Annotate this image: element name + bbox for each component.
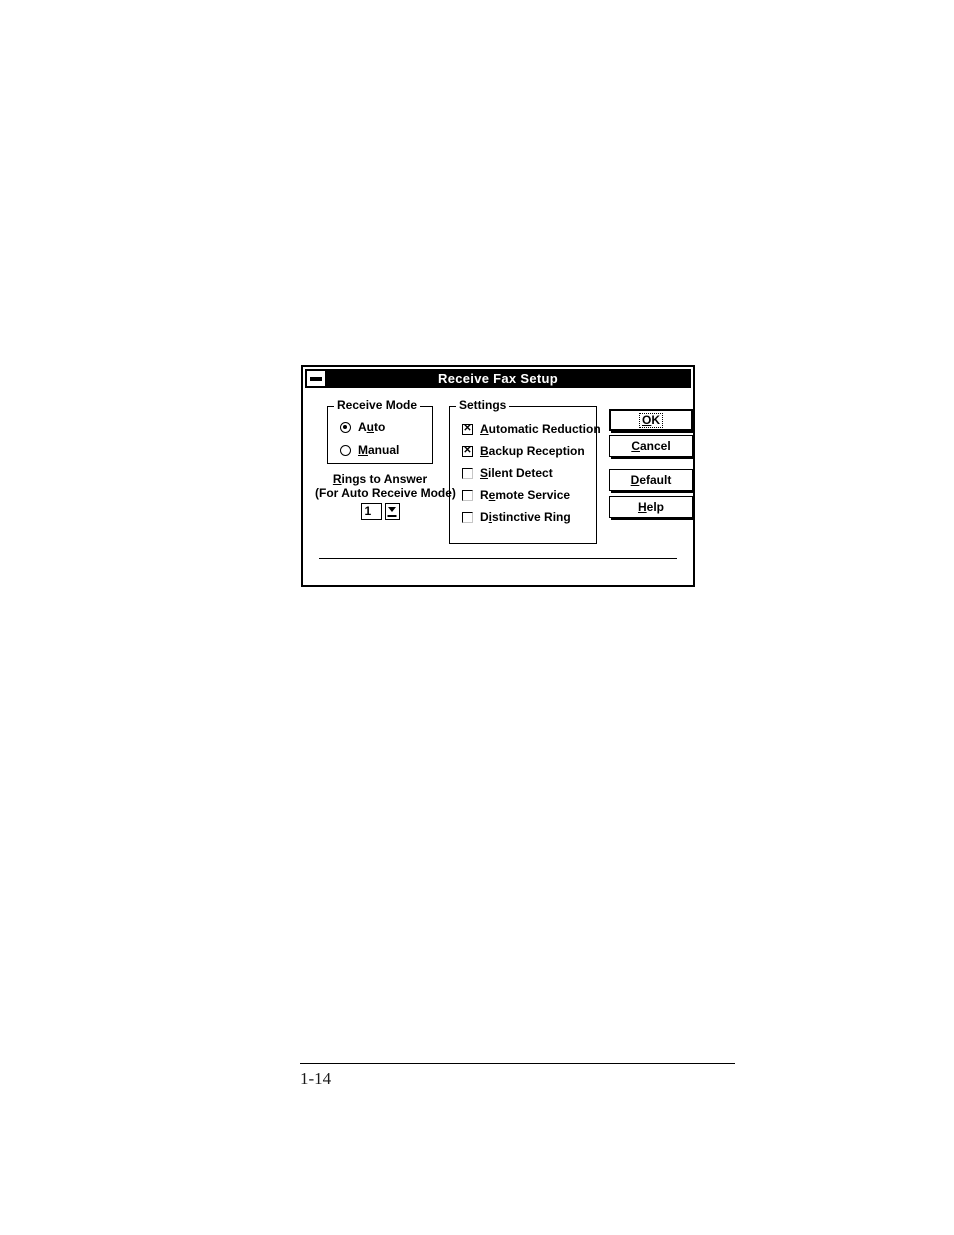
cancel-button-label: Cancel	[631, 439, 671, 453]
settings-group-title: Settings	[456, 399, 510, 411]
checkbox-distinctive-ring-indicator	[462, 511, 473, 523]
help-button[interactable]: Help	[609, 496, 693, 518]
checkbox-remote-service-indicator	[462, 489, 473, 501]
rings-input[interactable]: 1	[360, 503, 382, 520]
chevron-down-icon	[388, 507, 396, 512]
footer-rule	[300, 1063, 735, 1064]
checkbox-remote-service-label: Remote Service	[480, 488, 571, 502]
dialog-titlebar: Receive Fax Setup	[305, 369, 691, 388]
page-number: 1-14	[300, 1069, 332, 1088]
control-menu-dash	[310, 376, 322, 381]
control-menu-box-icon[interactable]	[306, 370, 326, 387]
dialog-separator	[319, 558, 677, 559]
cancel-button[interactable]: Cancel	[609, 435, 693, 457]
checkbox-backup-reception-label: Backup Reception	[480, 444, 585, 458]
radio-manual-indicator	[340, 444, 351, 456]
checkbox-silent-detect-label: Silent Detect	[480, 466, 553, 480]
dialog-title: Receive Fax Setup	[438, 371, 558, 386]
checkbox-silent-detect-indicator	[462, 467, 473, 479]
dialog-client-area: Receive Mode Auto Manual Rings to Answer…	[305, 388, 693, 583]
receive-fax-setup-dialog: Receive Fax Setup Receive Mode Auto Manu…	[301, 365, 695, 587]
rings-to-answer-label: Rings to Answer	[332, 472, 428, 486]
manual-page: Receive Fax Setup Receive Mode Auto Manu…	[0, 0, 954, 1235]
rings-spinner[interactable]: 1	[360, 503, 400, 520]
checkbox-automatic-reduction-label: Automatic Reduction	[480, 422, 601, 436]
checkbox-backup-reception-indicator	[462, 445, 473, 457]
radio-manual-label: Manual	[358, 443, 400, 457]
checkbox-backup-reception[interactable]: Backup Reception	[462, 445, 585, 457]
rings-to-answer-block: Rings to Answer (For Auto Receive Mode) …	[315, 472, 456, 520]
radio-auto-label: Auto	[358, 420, 386, 434]
checkbox-automatic-reduction-indicator	[462, 423, 473, 435]
radio-auto[interactable]: Auto	[340, 421, 385, 433]
checkbox-automatic-reduction[interactable]: Automatic Reduction	[462, 423, 601, 435]
radio-manual[interactable]: Manual	[340, 444, 399, 456]
spinner-bar-icon	[387, 515, 397, 517]
settings-groupbox: Settings Automatic Reduction Backup Rece…	[449, 399, 601, 544]
receive-mode-group-title: Receive Mode	[334, 399, 421, 411]
checkbox-silent-detect[interactable]: Silent Detect	[462, 467, 553, 479]
ok-button-label: OK	[638, 412, 663, 428]
default-button-label: Default	[630, 473, 672, 487]
checkbox-distinctive-ring-label: Distinctive Ring	[480, 510, 571, 524]
help-button-label: Help	[637, 500, 664, 514]
ok-button[interactable]: OK	[609, 409, 693, 431]
default-button[interactable]: Default	[609, 469, 693, 491]
checkbox-distinctive-ring[interactable]: Distinctive Ring	[462, 511, 571, 523]
receive-mode-groupbox: Receive Mode Auto Manual	[327, 399, 433, 464]
rings-spinner-down-button[interactable]	[384, 503, 400, 520]
rings-to-answer-sublabel: (For Auto Receive Mode)	[315, 486, 456, 500]
checkbox-remote-service[interactable]: Remote Service	[462, 489, 570, 501]
radio-auto-indicator	[340, 421, 351, 433]
